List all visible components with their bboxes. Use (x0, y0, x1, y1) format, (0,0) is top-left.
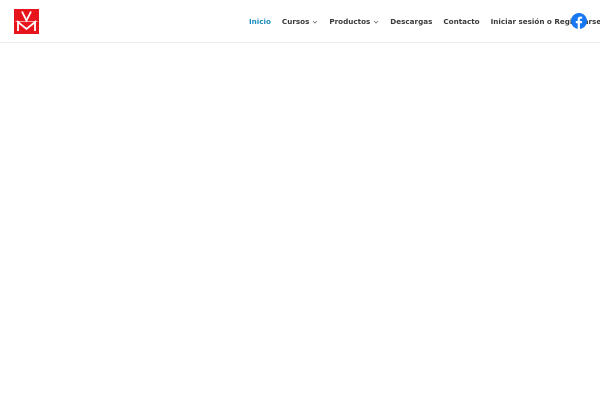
nav-item-label: Descargas (390, 17, 433, 26)
chevron-down-icon (313, 20, 318, 24)
nav-item-label: Inicio (249, 17, 271, 26)
nav-item-label: Contacto (443, 17, 480, 26)
facebook-icon (571, 13, 587, 29)
chevron-down-icon (374, 20, 379, 24)
page-content (0, 43, 600, 400)
nav-item-productos[interactable]: Productos (329, 17, 379, 26)
facebook-link[interactable] (571, 13, 587, 29)
main-navigation: Inicio Cursos Productos Descargas Contac… (249, 0, 600, 43)
nav-item-cursos[interactable]: Cursos (282, 17, 318, 26)
nav-item-label: Productos (329, 17, 371, 26)
nav-item-inicio[interactable]: Inicio (249, 17, 271, 26)
nav-item-descargas[interactable]: Descargas (390, 17, 432, 26)
vm-logo-icon (14, 9, 39, 34)
nav-item-label: Cursos (281, 17, 310, 26)
site-header: Inicio Cursos Productos Descargas Contac… (0, 0, 600, 43)
site-logo[interactable] (14, 9, 39, 34)
nav-item-contacto[interactable]: Contacto (443, 17, 479, 26)
